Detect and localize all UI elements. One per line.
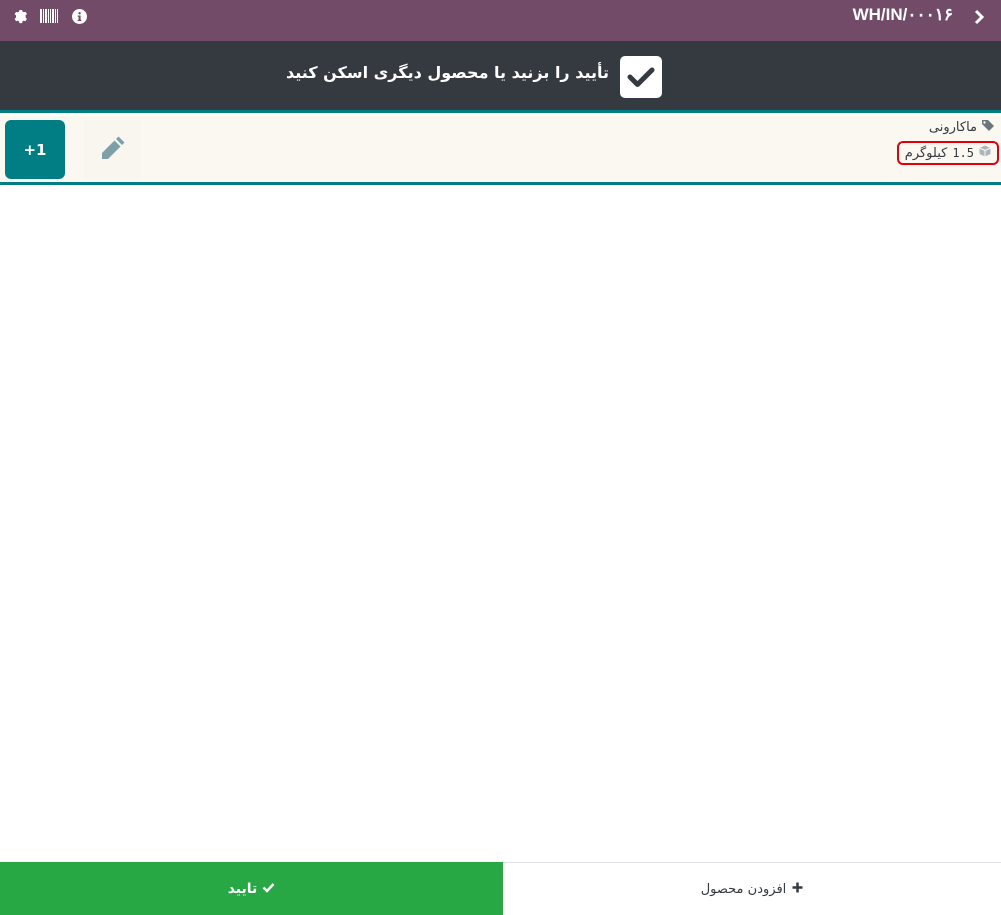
checkmark-icon xyxy=(620,56,662,98)
cube-icon xyxy=(979,145,991,161)
status-banner: تأیید را بزنید یا محصول دیگری اسکن کنید xyxy=(0,41,1001,113)
pencil-icon xyxy=(98,133,128,167)
increment-button[interactable]: +1 xyxy=(5,120,65,179)
confirm-button[interactable]: تایید xyxy=(0,862,503,915)
top-bar-icons xyxy=(10,7,88,25)
add-product-button[interactable]: افزودن محصول xyxy=(503,862,1001,915)
page-title: WH/IN/۰۰۰۱۶ xyxy=(852,5,953,24)
quantity-box: 1.5 کیلوگرم xyxy=(896,141,999,165)
line-separator xyxy=(0,182,1001,185)
edit-button[interactable] xyxy=(84,120,141,179)
check-icon xyxy=(262,881,275,897)
plus-icon xyxy=(792,882,803,897)
add-product-label: افزودن محصول xyxy=(700,881,787,897)
uom-label: کیلوگرم xyxy=(904,145,948,161)
move-line[interactable]: +1 ماکارونی 1.5 کیلوگرم xyxy=(0,116,1001,182)
tag-icon xyxy=(981,119,995,135)
banner-message: تأیید را بزنید یا محصول دیگری اسکن کنید xyxy=(285,63,609,82)
product-name: ماکارونی xyxy=(929,119,995,135)
info-icon[interactable] xyxy=(70,7,88,25)
chevron-right-icon[interactable] xyxy=(969,7,989,27)
gear-icon[interactable] xyxy=(10,7,28,25)
top-bar: WH/IN/۰۰۰۱۶ xyxy=(0,0,1001,41)
barcode-icon[interactable] xyxy=(40,7,58,25)
footer-actions: تایید افزودن محصول xyxy=(0,862,1001,915)
confirm-label: تایید xyxy=(227,880,258,897)
quantity-value: 1.5 xyxy=(952,146,974,160)
product-label: ماکارونی xyxy=(928,119,977,135)
